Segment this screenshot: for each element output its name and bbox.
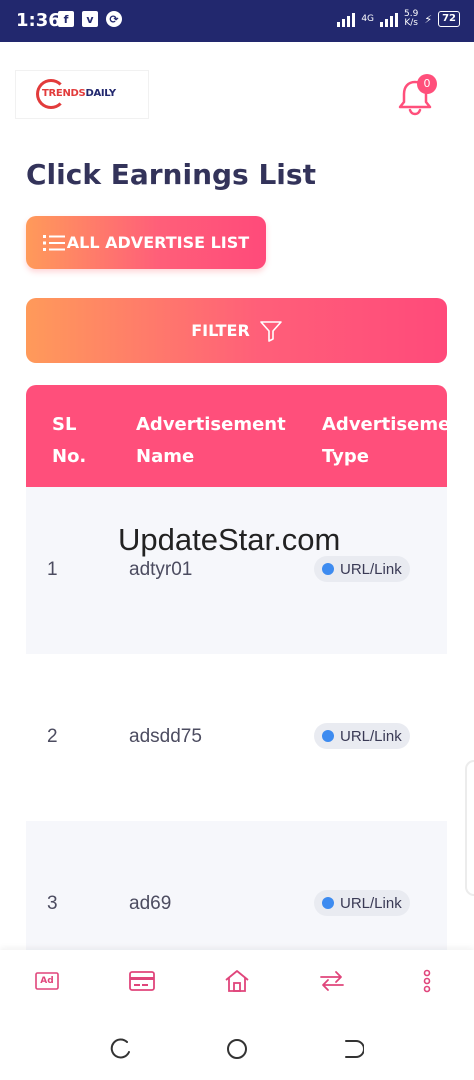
type-badge: URL/Link — [314, 723, 410, 749]
cell-sl: 1 — [47, 559, 58, 580]
cell-name: ad69 — [129, 893, 172, 914]
all-advertise-list-label: ALL ADVERTISE LIST — [66, 233, 250, 252]
signal-icon — [337, 11, 356, 27]
watermark: UpdateStar.com — [118, 522, 341, 557]
all-advertise-list-button[interactable]: ALL ADVERTISE LIST — [26, 216, 266, 269]
nav-ads-button[interactable]: Ad — [33, 967, 61, 995]
cell-sl: 2 — [47, 726, 58, 747]
recents-icon[interactable] — [110, 1038, 132, 1060]
logo-text-trends: TRENDS — [42, 88, 86, 99]
logo-text-daily: DAILY — [85, 88, 116, 99]
bottom-nav: Ad — [0, 950, 474, 1012]
charging-icon: ⚡ — [424, 12, 433, 26]
notification-button[interactable]: 0 — [398, 74, 437, 116]
nav-home-button[interactable] — [223, 967, 251, 995]
filter-label: FILTER — [191, 321, 250, 340]
vidmate-icon: v — [82, 11, 98, 27]
dot-icon — [322, 730, 334, 742]
nav-more-button[interactable] — [413, 967, 441, 995]
scroll-handle[interactable] — [465, 760, 474, 896]
column-header-name: Advertisement Name — [136, 414, 286, 467]
column-header-type: Advertisemen Type — [322, 414, 447, 467]
column-header-sl: SL No. — [52, 414, 87, 467]
notification-badge: 0 — [417, 74, 437, 94]
facebook-icon: f — [58, 11, 74, 27]
dot-icon — [322, 897, 334, 909]
nav-transfer-button[interactable] — [318, 967, 346, 995]
filter-button[interactable]: FILTER — [26, 298, 447, 363]
battery-icon: 72 — [438, 11, 460, 27]
more-icon — [423, 969, 431, 993]
home-icon — [225, 970, 249, 992]
type-badge: URL/Link — [314, 890, 410, 916]
dot-icon — [322, 563, 334, 575]
table-row: 2 adsdd75 URL/Link — [26, 654, 447, 821]
ad-icon-label: Ad — [40, 976, 54, 986]
back-icon[interactable] — [342, 1038, 364, 1060]
filter-icon — [259, 320, 282, 342]
network-speed-unit: K/s — [404, 18, 418, 28]
home-circle-icon[interactable] — [226, 1038, 248, 1060]
sync-icon: ⟳ — [106, 11, 122, 27]
type-badge: URL/Link — [314, 556, 410, 582]
signal-icon-2 — [380, 11, 399, 27]
nav-wallet-button[interactable] — [128, 967, 156, 995]
cell-name: adtyr01 — [129, 559, 193, 580]
system-nav-bar — [0, 1012, 474, 1080]
status-time: 1:36 — [16, 10, 61, 31]
transfer-icon — [320, 971, 344, 991]
status-bar: 1:36 f v ⟳ 4G 5.9 K/s ⚡ 72 — [0, 0, 474, 42]
cell-sl: 3 — [47, 893, 58, 914]
list-icon — [42, 234, 65, 251]
card-icon — [129, 971, 155, 991]
cell-name: adsdd75 — [129, 726, 202, 747]
table-header: SL No. Advertisement Name Advertisemen T… — [26, 385, 447, 487]
page-title: Click Earnings List — [26, 158, 316, 191]
table-row: 1 adtyr01 URL/Link — [26, 487, 447, 654]
network-type: 4G — [361, 14, 375, 24]
app-logo[interactable]: TRENDSDAILY — [16, 71, 148, 118]
